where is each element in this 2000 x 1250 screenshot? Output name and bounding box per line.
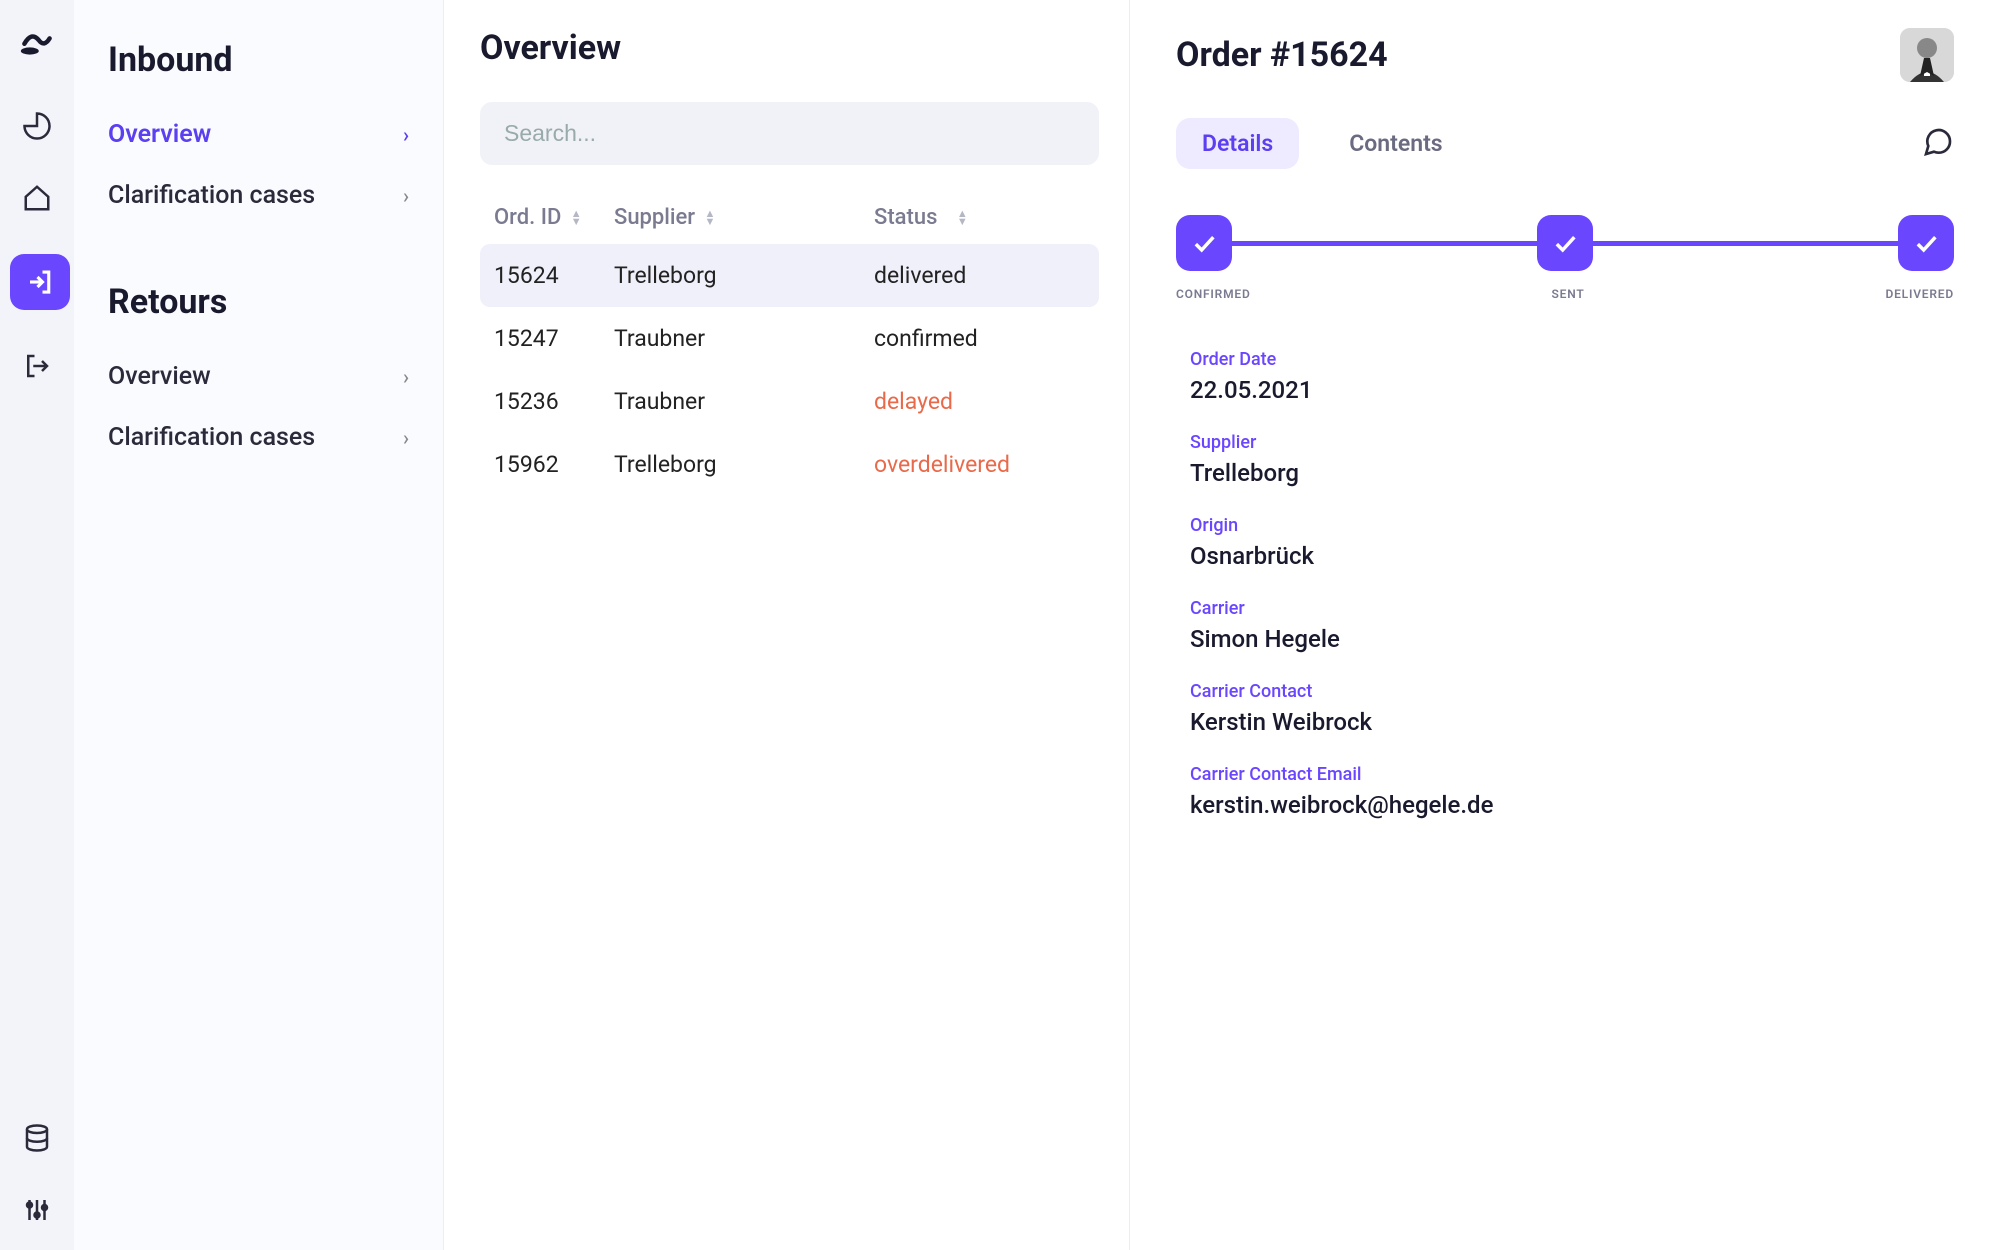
step-label: CONFIRMED	[1176, 287, 1251, 301]
cell-order-id: 15247	[494, 325, 614, 352]
sort-icon: ▲▼	[571, 210, 582, 226]
nav-item-label: Overview	[108, 362, 211, 391]
table-header: Ord. ID ▲▼ Supplier ▲▼ Status ▲▼	[480, 195, 1099, 244]
side-nav-panel: Inbound Overview › Clarification cases › Reto…	[74, 0, 444, 1250]
table-row[interactable]: 15247Traubnerconfirmed	[480, 307, 1099, 370]
detail-field: Supplier Trelleborg	[1190, 432, 1954, 487]
list-column: Overview Ord. ID ▲▼ Supplier ▲▼ Status ▲…	[444, 0, 1130, 1250]
field-value: kerstin.weibrock@hegele.de	[1190, 791, 1954, 819]
cell-supplier: Traubner	[614, 325, 874, 352]
step-sent-icon	[1537, 215, 1593, 271]
nav-item[interactable]: Overview ›	[74, 346, 443, 407]
field-label: Order Date	[1190, 349, 1954, 370]
table-row[interactable]: 15624Trelleborgdelivered	[480, 244, 1099, 307]
field-value: Osnarbrück	[1190, 542, 1954, 570]
step-label: DELIVERED	[1885, 287, 1954, 301]
cell-supplier: Trelleborg	[614, 451, 874, 478]
col-header-status[interactable]: Status ▲▼	[874, 205, 1093, 230]
cell-supplier: Trelleborg	[614, 262, 874, 289]
nav-item-label: Overview	[108, 120, 211, 149]
step-line	[1232, 241, 1537, 246]
chevron-right-icon: ›	[403, 426, 409, 450]
user-avatar[interactable]	[1900, 28, 1954, 82]
detail-header: Order #15624	[1176, 28, 1954, 82]
detail-field: Carrier Contact Kerstin Weibrock	[1190, 681, 1954, 736]
field-value: 22.05.2021	[1190, 376, 1954, 404]
cell-status: delayed	[874, 388, 1093, 415]
col-header-id-label: Ord. ID	[494, 205, 561, 230]
detail-field: Order Date 22.05.2021	[1190, 349, 1954, 404]
cell-supplier: Traubner	[614, 388, 874, 415]
cell-order-id: 15624	[494, 262, 614, 289]
chat-icon[interactable]	[1922, 126, 1954, 162]
field-value: Simon Hegele	[1190, 625, 1954, 653]
nav-outbound-icon[interactable]	[21, 350, 53, 382]
field-value: Trelleborg	[1190, 459, 1954, 487]
field-label: Origin	[1190, 515, 1954, 536]
tab-contents[interactable]: Contents	[1323, 118, 1468, 169]
section-title: Retours	[74, 270, 443, 346]
section-title: Inbound	[74, 28, 443, 104]
table-row[interactable]: 15962Trelleborgoverdelivered	[480, 433, 1099, 496]
detail-field: Carrier Contact Email kerstin.weibrock@he…	[1190, 764, 1954, 819]
step-confirmed-icon	[1176, 215, 1232, 271]
chevron-right-icon: ›	[403, 123, 409, 147]
step-delivered-icon	[1898, 215, 1954, 271]
field-value: Kerstin Weibrock	[1190, 708, 1954, 736]
nav-item-label: Clarification cases	[108, 181, 315, 210]
table-body: 15624Trelleborgdelivered15247Traubnercon…	[480, 244, 1099, 496]
cell-order-id: 15236	[494, 388, 614, 415]
col-header-supplier-label: Supplier	[614, 205, 695, 230]
nav-item[interactable]: Overview ›	[74, 104, 443, 165]
step-label: SENT	[1552, 287, 1585, 301]
detail-title: Order #15624	[1176, 35, 1388, 75]
table-row[interactable]: 15236Traubnerdelayed	[480, 370, 1099, 433]
chevron-right-icon: ›	[403, 184, 409, 208]
detail-column: Order #15624 Details Contents CONFIRMED S…	[1130, 0, 2000, 1250]
detail-field: Carrier Simon Hegele	[1190, 598, 1954, 653]
col-header-id[interactable]: Ord. ID ▲▼	[494, 205, 614, 230]
col-header-status-label: Status	[874, 205, 937, 230]
icon-rail	[0, 0, 74, 1250]
nav-home-icon[interactable]	[21, 182, 53, 214]
progress-labels: CONFIRMED SENT DELIVERED	[1176, 287, 1954, 301]
col-header-supplier[interactable]: Supplier ▲▼	[614, 205, 874, 230]
nav-item-label: Clarification cases	[108, 423, 315, 452]
nav-inbound-icon[interactable]	[10, 254, 70, 310]
cell-status: delivered	[874, 262, 1093, 289]
field-label: Carrier	[1190, 598, 1954, 619]
cell-status: overdelivered	[874, 451, 1093, 478]
nav-item[interactable]: Clarification cases ›	[74, 165, 443, 226]
app-logo-icon	[19, 24, 55, 60]
sort-icon: ▲▼	[957, 210, 968, 226]
cell-order-id: 15962	[494, 451, 614, 478]
nav-database-icon[interactable]	[21, 1122, 53, 1154]
detail-fields: Order Date 22.05.2021 Supplier Trelleborg Or…	[1176, 349, 1954, 819]
nav-settings-icon[interactable]	[21, 1194, 53, 1226]
chevron-right-icon: ›	[403, 365, 409, 389]
nav-item[interactable]: Clarification cases ›	[74, 407, 443, 468]
sort-icon: ▲▼	[705, 210, 716, 226]
list-title: Overview	[480, 28, 1099, 68]
field-label: Carrier Contact	[1190, 681, 1954, 702]
tab-details[interactable]: Details	[1176, 118, 1299, 169]
detail-field: Origin Osnarbrück	[1190, 515, 1954, 570]
field-label: Supplier	[1190, 432, 1954, 453]
nav-analytics-icon[interactable]	[21, 110, 53, 142]
progress-steps	[1176, 215, 1954, 271]
search-input[interactable]	[480, 102, 1099, 165]
field-label: Carrier Contact Email	[1190, 764, 1954, 785]
step-line	[1593, 241, 1898, 246]
cell-status: confirmed	[874, 325, 1093, 352]
detail-tabs: Details Contents	[1176, 118, 1954, 169]
